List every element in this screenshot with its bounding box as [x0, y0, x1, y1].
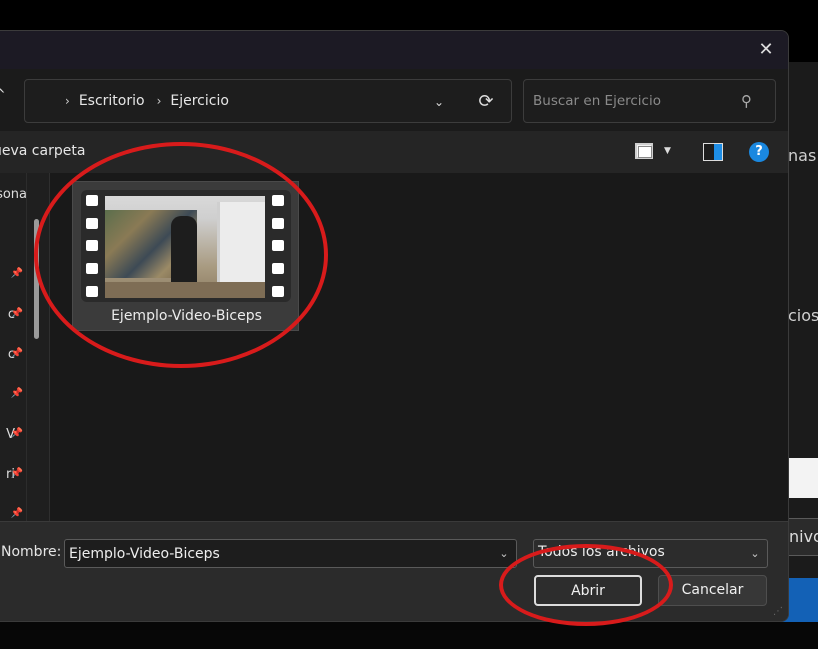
film-hole — [272, 218, 284, 229]
chevron-down-icon[interactable]: ⌄ — [496, 545, 512, 563]
open-button[interactable]: Abrir — [534, 575, 642, 606]
nav-item[interactable]: 📌 — [0, 381, 27, 411]
film-strip-right — [269, 195, 287, 299]
chevron-down-icon: ⌄ — [750, 547, 760, 560]
file-tile[interactable]: Ejemplo-Video-Biceps — [72, 181, 299, 331]
command-bar: ueva carpeta ▼ ? — [0, 131, 788, 173]
file-name-input[interactable] — [69, 544, 479, 564]
nav-item[interactable]: V 📌 — [0, 421, 27, 451]
file-type-select[interactable]: Todos los archivos ⌄ — [533, 539, 768, 568]
close-icon[interactable]: ✕ — [755, 39, 777, 61]
breadcrumb-chevron-icon: › — [156, 94, 162, 108]
film-hole — [272, 195, 284, 206]
film-hole — [272, 286, 284, 297]
video-frame-image — [105, 196, 265, 298]
search-icon[interactable]: ⚲ — [741, 92, 759, 110]
search-input[interactable] — [533, 91, 733, 111]
pin-icon: 📌 — [10, 428, 23, 439]
film-hole — [86, 263, 98, 274]
film-hole — [86, 286, 98, 297]
pin-icon: 📌 — [10, 268, 23, 279]
background-white-bar — [788, 458, 818, 498]
change-view-icon[interactable] — [635, 143, 653, 159]
nav-item[interactable]: c 📌 — [0, 301, 27, 331]
file-list: Ejemplo-Video-Biceps — [50, 173, 788, 521]
file-name-label: Ejemplo-Video-Biceps — [111, 308, 262, 324]
background-text-fragment: cios — [788, 306, 818, 325]
refresh-icon[interactable]: ⟳ — [475, 91, 497, 113]
nav-pane-scrollbar[interactable] — [34, 219, 39, 339]
nav-item[interactable]: ri 📌 — [0, 461, 27, 491]
address-row: ^ › Escritorio › Ejercicio ⌄ ⟳ ⚲ — [0, 69, 788, 131]
background-text-fragment: nas — [788, 146, 817, 165]
pin-icon: 📌 — [10, 468, 23, 479]
dialog-footer: Nombre: ⌄ Todos los archivos ⌄ Abrir Can… — [0, 521, 788, 621]
nav-item[interactable]: 📌 — [0, 261, 27, 291]
film-hole — [86, 240, 98, 251]
nav-item[interactable]: sona — [0, 181, 27, 211]
background-input-fragment: nivo — [788, 518, 818, 556]
breadcrumb-escritorio[interactable]: Escritorio — [79, 93, 145, 109]
address-bar[interactable]: › Escritorio › Ejercicio ⌄ ⟳ — [24, 79, 512, 123]
breadcrumb-ejercicio[interactable]: Ejercicio — [170, 93, 229, 109]
view-options-chevron-down-icon[interactable]: ▼ — [664, 143, 678, 159]
film-hole — [86, 195, 98, 206]
preview-pane-icon[interactable] — [703, 143, 723, 161]
film-hole — [272, 240, 284, 251]
file-name-combobox: ⌄ — [64, 539, 517, 568]
nav-item[interactable]: c 📌 — [0, 341, 27, 371]
pin-icon: 📌 — [10, 508, 23, 519]
navigation-pane: sona 📌 c📌 c📌 📌 V📌 ri📌 📌 — [0, 173, 27, 521]
file-name-label: Nombre: — [1, 544, 62, 560]
resize-grip-icon[interactable]: ⋰ — [773, 606, 783, 617]
background-bottom-strip — [0, 622, 818, 649]
pin-icon: 📌 — [10, 348, 23, 359]
file-type-value: Todos los archivos — [538, 544, 665, 560]
ground — [105, 282, 265, 298]
nav-item-label: sona — [0, 187, 27, 202]
help-icon[interactable]: ? — [749, 142, 769, 162]
pin-icon: 📌 — [10, 388, 23, 399]
film-hole — [272, 263, 284, 274]
background-input-text: nivo — [789, 527, 818, 546]
video-thumbnail — [81, 190, 291, 302]
person-figure — [171, 216, 197, 286]
up-arrow-icon[interactable]: ^ — [0, 87, 8, 109]
new-folder-button[interactable]: ueva carpeta — [0, 143, 85, 159]
breadcrumb-chevron-icon: › — [65, 94, 70, 108]
film-strip-left — [83, 195, 101, 299]
pin-icon: 📌 — [10, 308, 23, 319]
address-history-chevron-down-icon[interactable]: ⌄ — [429, 92, 449, 112]
dialog-titlebar: ✕ — [0, 31, 788, 69]
background-app: nas cios nivo — [385, 62, 818, 649]
film-hole — [86, 218, 98, 229]
white-wall — [217, 202, 265, 282]
search-box: ⚲ — [523, 79, 776, 123]
open-file-dialog: ✕ ^ › Escritorio › Ejercicio ⌄ ⟳ ⚲ ueva … — [0, 30, 789, 622]
cancel-button[interactable]: Cancelar — [658, 575, 767, 606]
